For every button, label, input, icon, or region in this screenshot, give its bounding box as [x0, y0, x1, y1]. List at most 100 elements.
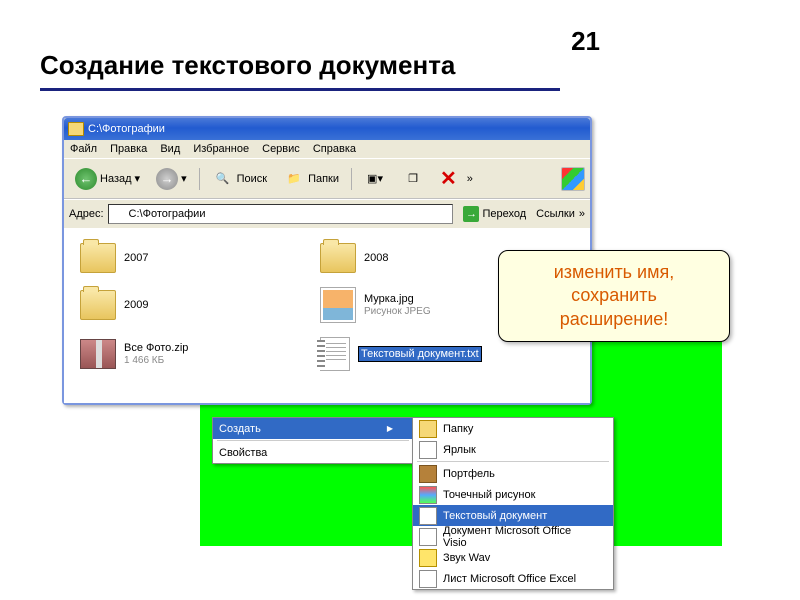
- folder-icon: [80, 243, 116, 273]
- folder-icon: [320, 243, 356, 273]
- folders-label: Папки: [308, 173, 339, 185]
- menu-label: Звук Wav: [443, 552, 593, 564]
- forward-arrow-icon: →: [156, 168, 178, 190]
- context-menu-new: Папку Ярлык Портфель Точечный рисунок Те…: [412, 417, 614, 590]
- file-name: Все Фото.zip: [124, 342, 188, 354]
- address-input[interactable]: C:\Фотографии: [108, 204, 454, 224]
- overflow-icon[interactable]: »: [579, 208, 585, 220]
- links-label[interactable]: Ссылки: [536, 208, 575, 220]
- submenu-item-bitmap[interactable]: Точечный рисунок: [413, 484, 613, 505]
- wav-icon: [419, 549, 437, 567]
- submenu-item-wav[interactable]: Звук Wav: [413, 547, 613, 568]
- back-label: Назад: [100, 173, 132, 185]
- folder-icon: [113, 209, 125, 219]
- shortcut-icon: [419, 441, 437, 459]
- windows-flag-icon: [561, 167, 585, 191]
- menu-favorites[interactable]: Избранное: [193, 143, 249, 155]
- chevron-down-icon: ▾: [181, 172, 187, 185]
- menu-edit[interactable]: Правка: [110, 143, 147, 155]
- folders-button[interactable]: 📁 Папки: [277, 165, 345, 193]
- callout-bubble: изменить имя, сохранить расширение!: [498, 250, 730, 342]
- menu-item-create[interactable]: Создать ▶: [213, 418, 413, 439]
- menu-label: Текстовый документ: [443, 510, 593, 522]
- file-name-editing[interactable]: Текстовый документ.txt: [358, 346, 482, 362]
- address-label: Адрес:: [69, 208, 104, 220]
- menu-label: Точечный рисунок: [443, 489, 593, 501]
- folders-icon: 📁: [283, 168, 305, 190]
- address-value: C:\Фотографии: [129, 208, 206, 220]
- menu-separator: [417, 461, 609, 462]
- go-icon: →: [463, 206, 479, 222]
- window-title: C:\Фотографии: [88, 123, 165, 135]
- file-name: 2009: [124, 299, 148, 311]
- close-icon: ✕: [440, 166, 457, 191]
- text-doc-icon: [419, 507, 437, 525]
- go-button[interactable]: → Переход: [457, 203, 532, 225]
- titlebar[interactable]: C:\Фотографии: [64, 118, 590, 140]
- back-arrow-icon: ←: [75, 168, 97, 190]
- file-text: Все Фото.zip 1 466 КБ: [124, 342, 188, 366]
- separator: [199, 168, 200, 190]
- menu-item-properties[interactable]: Свойства: [213, 442, 413, 463]
- go-label: Переход: [482, 208, 526, 220]
- search-button[interactable]: 🔍 Поиск: [206, 165, 273, 193]
- bitmap-icon: [419, 486, 437, 504]
- menu-label: Портфель: [443, 468, 593, 480]
- sync-icon: ❐: [402, 168, 424, 190]
- file-subtitle: Рисунок JPEG: [364, 306, 431, 317]
- search-label: Поиск: [237, 173, 267, 185]
- zip-icon: [80, 339, 116, 369]
- menu-label: Документ Microsoft Office Visio: [443, 525, 593, 549]
- txt-item[interactable]: Текстовый документ.txt: [320, 337, 560, 371]
- page-title: Создание текстового документа: [40, 50, 455, 81]
- submenu-arrow-icon: ▶: [387, 424, 393, 433]
- submenu-item-visio[interactable]: Документ Microsoft Office Visio: [413, 526, 613, 547]
- file-name: 2007: [124, 252, 148, 264]
- menu-label: Ярлык: [443, 444, 593, 456]
- separator: [351, 168, 352, 190]
- briefcase-icon: [419, 465, 437, 483]
- image-icon: [320, 287, 356, 323]
- submenu-item-briefcase[interactable]: Портфель: [413, 463, 613, 484]
- text-file-icon: [320, 337, 350, 371]
- page-number: 21: [571, 26, 600, 57]
- excel-icon: [419, 570, 437, 588]
- menubar: Файл Правка Вид Избранное Сервис Справка: [64, 140, 590, 159]
- submenu-item-folder[interactable]: Папку: [413, 418, 613, 439]
- chevron-down-icon: ▾: [135, 172, 141, 185]
- folder-item[interactable]: 2007: [80, 243, 320, 273]
- forward-button[interactable]: → ▾: [150, 165, 193, 193]
- views-button[interactable]: ▣▾: [358, 165, 392, 193]
- views-icon: ▣▾: [364, 168, 386, 190]
- back-button[interactable]: ← Назад ▾: [69, 165, 146, 193]
- folder-icon: [80, 290, 116, 320]
- menu-label: Создать: [219, 423, 381, 435]
- address-bar: Адрес: C:\Фотографии → Переход Ссылки »: [64, 199, 590, 229]
- file-text: Мурка.jpg Рисунок JPEG: [364, 293, 431, 317]
- menu-file[interactable]: Файл: [70, 143, 97, 155]
- menu-label: Свойства: [219, 447, 393, 459]
- callout-line: изменить имя,: [554, 262, 675, 282]
- submenu-item-shortcut[interactable]: Ярлык: [413, 439, 613, 460]
- menu-view[interactable]: Вид: [160, 143, 180, 155]
- delete-button[interactable]: ✕: [434, 163, 463, 194]
- callout-line: сохранить: [571, 285, 657, 305]
- file-subtitle: 1 466 КБ: [124, 355, 164, 366]
- submenu-item-excel[interactable]: Лист Microsoft Office Excel: [413, 568, 613, 589]
- menu-separator: [217, 440, 409, 441]
- menu-label: Папку: [443, 423, 593, 435]
- context-menu-main: Создать ▶ Свойства: [212, 417, 414, 464]
- folder-item[interactable]: 2009: [80, 287, 320, 323]
- menu-help[interactable]: Справка: [313, 143, 356, 155]
- sync-button[interactable]: ❐: [396, 165, 430, 193]
- folder-icon: [68, 122, 84, 136]
- zip-item[interactable]: Все Фото.zip 1 466 КБ: [80, 337, 320, 371]
- menu-tools[interactable]: Сервис: [262, 143, 300, 155]
- callout-line: расширение!: [560, 309, 669, 329]
- file-name: Мурка.jpg: [364, 293, 414, 305]
- title-underline: [40, 88, 560, 91]
- folder-icon: [419, 420, 437, 438]
- visio-icon: [419, 528, 437, 546]
- submenu-item-text-document[interactable]: Текстовый документ: [413, 505, 613, 526]
- overflow-icon[interactable]: »: [467, 173, 473, 185]
